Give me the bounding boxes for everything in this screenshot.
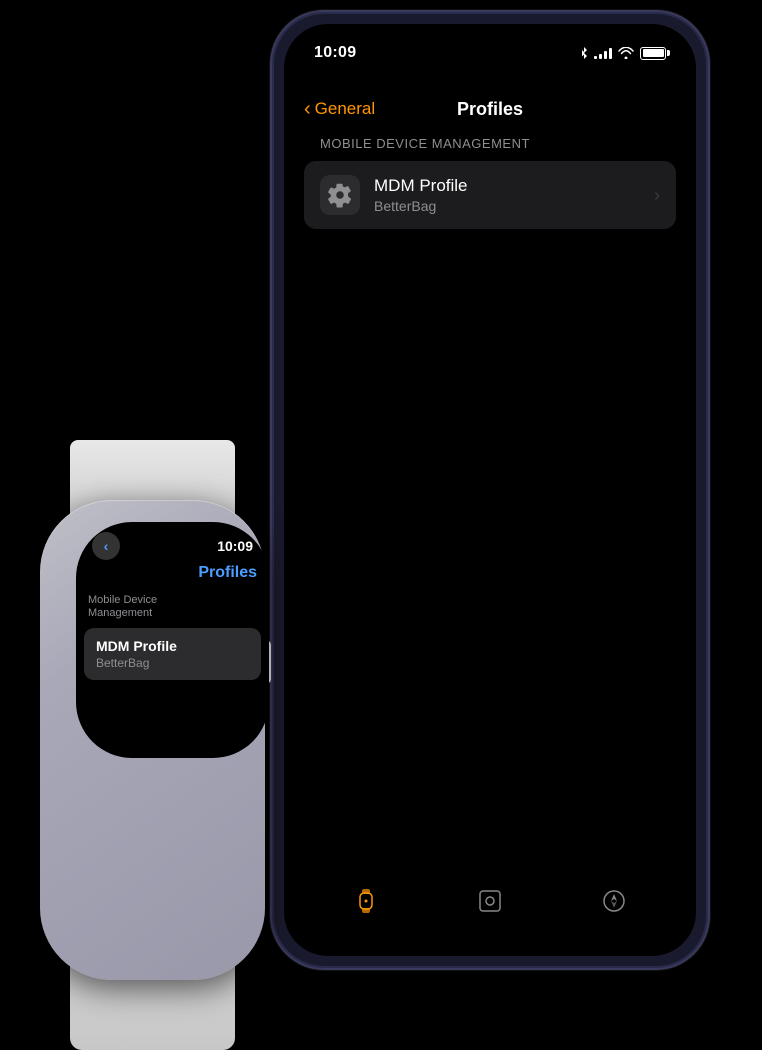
back-label: General bbox=[315, 99, 375, 119]
bluetooth-icon bbox=[580, 47, 588, 60]
nav-bar: ‹ General Profiles bbox=[284, 82, 696, 136]
watch-status-bar: ‹ 10:09 bbox=[76, 522, 269, 564]
wifi-icon bbox=[618, 47, 634, 59]
signal-bars-icon bbox=[594, 47, 612, 59]
profile-name: MDM Profile bbox=[374, 176, 654, 196]
back-button[interactable]: ‹ General bbox=[304, 99, 375, 119]
watch-icon bbox=[351, 886, 381, 916]
tab-bar bbox=[284, 866, 696, 936]
watch-page-title: Profiles bbox=[198, 564, 257, 581]
watch-chevron-left-icon: ‹ bbox=[104, 538, 109, 554]
iphone-screen: 10:09 bbox=[284, 24, 696, 956]
watch-section-label: Mobile DeviceManagement bbox=[76, 590, 269, 624]
watch-tab-icon[interactable] bbox=[342, 877, 390, 925]
mdm-profile-row[interactable]: MDM Profile BetterBag › bbox=[304, 161, 676, 229]
watch-case: ‹ 10:09 Profiles Mobile DeviceManagement… bbox=[40, 500, 265, 980]
profile-icon bbox=[320, 175, 360, 215]
profile-subtitle: BetterBag bbox=[374, 198, 654, 214]
iphone-device: 10:09 bbox=[270, 10, 710, 970]
watch-profile-name: MDM Profile bbox=[96, 638, 249, 654]
status-time: 10:09 bbox=[314, 44, 356, 62]
dynamic-island bbox=[430, 38, 550, 72]
profile-text: MDM Profile BetterBag bbox=[374, 176, 654, 214]
watch-title-bar: Profiles bbox=[76, 564, 269, 590]
watch-profile-row[interactable]: MDM Profile BetterBag bbox=[84, 628, 261, 680]
page-title: Profiles bbox=[457, 99, 523, 120]
gear-icon bbox=[327, 182, 353, 208]
archive-tab-icon[interactable] bbox=[466, 877, 514, 925]
chevron-right-icon: › bbox=[654, 185, 660, 206]
compass-icon bbox=[600, 887, 628, 915]
compass-tab-icon[interactable] bbox=[590, 877, 638, 925]
watch-time: 10:09 bbox=[217, 538, 253, 554]
apple-watch-device: ‹ 10:09 Profiles Mobile DeviceManagement… bbox=[20, 500, 285, 980]
watch-back-button[interactable]: ‹ bbox=[92, 532, 120, 560]
battery-icon bbox=[640, 47, 666, 60]
archive-icon bbox=[476, 887, 504, 915]
iphone-content: MOBILE DEVICE MANAGEMENT MDM Profile Bet… bbox=[284, 136, 696, 866]
watch-screen: ‹ 10:09 Profiles Mobile DeviceManagement… bbox=[76, 522, 269, 758]
chevron-left-icon: ‹ bbox=[304, 99, 311, 119]
watch-profile-subtitle: BetterBag bbox=[96, 656, 249, 670]
status-icons bbox=[580, 47, 666, 60]
section-label: MOBILE DEVICE MANAGEMENT bbox=[304, 136, 676, 151]
watch-section-text: Mobile DeviceManagement bbox=[88, 594, 157, 619]
